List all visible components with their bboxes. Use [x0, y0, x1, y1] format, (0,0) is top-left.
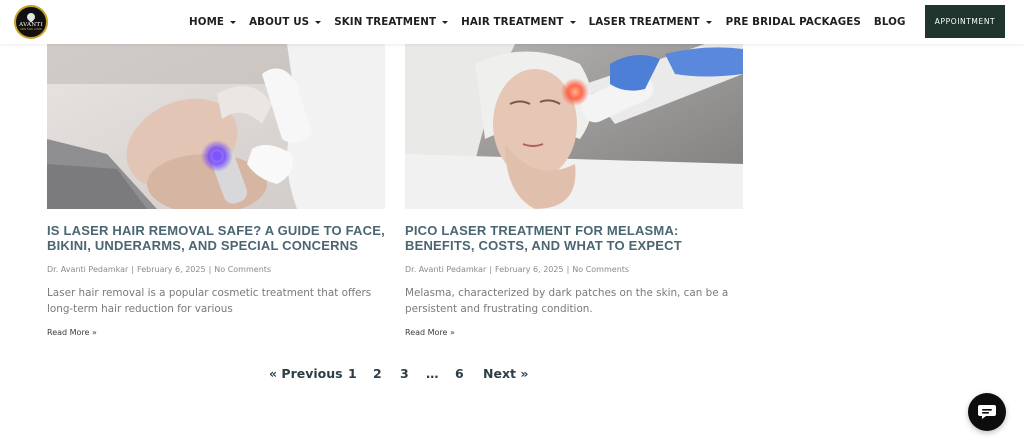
pagination-page-6[interactable]: 6: [455, 366, 464, 381]
pagination-page-3[interactable]: 3: [400, 366, 409, 381]
appointment-button[interactable]: APPOINTMENT: [925, 5, 1005, 38]
nav-item-skin-treatment[interactable]: SKIN TREATMENT: [334, 16, 449, 28]
post-author[interactable]: Dr. Avanti Pedamkar: [405, 265, 486, 274]
nav-item-pre-bridal-packages[interactable]: PRE BRIDAL PACKAGES: [726, 16, 861, 28]
post-title[interactable]: IS LASER HAIR REMOVAL SAFE? A GUIDE TO F…: [47, 223, 385, 253]
nav-item-label: BLOG: [873, 16, 906, 28]
pagination-page-1[interactable]: 1: [348, 366, 357, 381]
nav-item-label: HAIR TREATMENT: [461, 16, 564, 28]
post-excerpt: Melasma, characterized by dark patches o…: [405, 287, 729, 315]
post-comments[interactable]: No Comments: [214, 265, 271, 274]
logo-subtext: SKIN HAIR LASER: [20, 28, 42, 31]
post-title[interactable]: PICO LASER TREATMENT FOR MELASMA: BENEFI…: [405, 223, 743, 253]
nav-item-label: HOME: [189, 16, 225, 28]
meta-separator: |: [566, 265, 570, 274]
post-meta: Dr. Avanti Pedamkar | February 6, 2025 | No …: [405, 265, 743, 274]
nav-item-hair-treatment[interactable]: HAIR TREATMENT: [461, 16, 576, 28]
post-date[interactable]: February 6, 2025: [495, 265, 564, 274]
post-comments[interactable]: No Comments: [572, 265, 629, 274]
nav-item-laser-treatment[interactable]: LASER TREATMENT: [589, 16, 712, 28]
nav-item-label: PRE BRIDAL PACKAGES: [725, 16, 861, 28]
nav-item-label: SKIN TREATMENT: [334, 16, 437, 28]
post-image-pico-laser[interactable]: [405, 44, 743, 209]
site-logo[interactable]: AVANTI SKIN HAIR LASER: [14, 5, 48, 39]
post-author[interactable]: Dr. Avanti Pedamkar: [47, 265, 128, 274]
nav-item-blog[interactable]: BLOG: [874, 16, 906, 28]
read-more-link[interactable]: Read More »: [47, 328, 385, 337]
meta-separator: |: [131, 265, 135, 274]
chevron-down-icon: [442, 20, 449, 24]
read-more-link[interactable]: Read More »: [405, 328, 743, 337]
post-excerpt: Laser hair removal is a popular cosmetic…: [47, 287, 372, 315]
chevron-down-icon: [569, 20, 576, 24]
chat-button[interactable]: [968, 393, 1006, 431]
post-image-laser-hair-removal[interactable]: [47, 44, 385, 209]
post-meta: Dr. Avanti Pedamkar | February 6, 2025 | No …: [47, 265, 385, 274]
chevron-down-icon: [230, 20, 237, 24]
nav-item-about-us[interactable]: ABOUT US: [249, 16, 322, 28]
pagination-previous[interactable]: « Previous: [269, 366, 343, 381]
pagination: « Previous 1 2 3 … 6 Next »: [0, 366, 1024, 384]
nav-item-label: ABOUT US: [249, 16, 310, 28]
meta-separator: |: [489, 265, 493, 274]
main-nav: HOME ABOUT US SKIN TREATMENT HAIR TREATM…: [189, 0, 906, 44]
chevron-down-icon: [705, 20, 712, 24]
pagination-ellipsis: …: [426, 366, 439, 381]
logo-leaf-icon: [25, 10, 37, 23]
post-card: IS LASER HAIR REMOVAL SAFE? A GUIDE TO F…: [47, 44, 385, 337]
nav-item-label: LASER TREATMENT: [588, 16, 700, 28]
chat-bubble-icon: [978, 405, 996, 419]
chevron-down-icon: [315, 20, 322, 24]
pagination-next[interactable]: Next »: [483, 366, 528, 381]
meta-separator: |: [208, 265, 212, 274]
nav-item-home[interactable]: HOME: [189, 16, 237, 28]
post-card: PICO LASER TREATMENT FOR MELASMA: BENEFI…: [405, 44, 743, 337]
pagination-page-2[interactable]: 2: [373, 366, 382, 381]
site-header: AVANTI SKIN HAIR LASER HOME ABOUT US SKI…: [0, 0, 1024, 44]
post-date[interactable]: February 6, 2025: [137, 265, 206, 274]
